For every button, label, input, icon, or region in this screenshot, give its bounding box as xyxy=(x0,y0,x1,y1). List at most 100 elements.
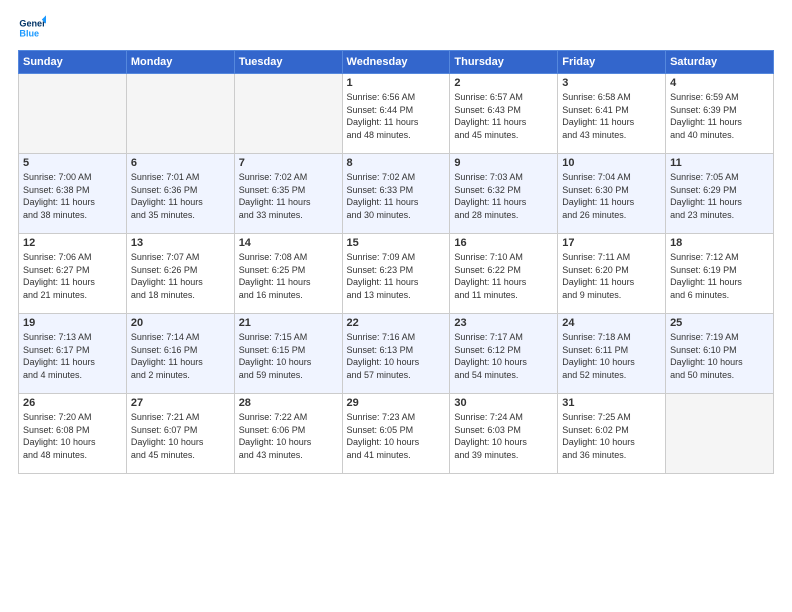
day-info: Sunrise: 7:22 AM Sunset: 6:06 PM Dayligh… xyxy=(239,411,338,461)
calendar-cell: 8Sunrise: 7:02 AM Sunset: 6:33 PM Daylig… xyxy=(342,154,450,234)
day-info: Sunrise: 7:21 AM Sunset: 6:07 PM Dayligh… xyxy=(131,411,230,461)
day-info: Sunrise: 7:23 AM Sunset: 6:05 PM Dayligh… xyxy=(347,411,446,461)
day-info: Sunrise: 7:16 AM Sunset: 6:13 PM Dayligh… xyxy=(347,331,446,381)
weekday-thursday: Thursday xyxy=(450,51,558,74)
calendar-cell: 12 Sunrise: 7:06 AM Sunset: 6:27 PM Dayli… xyxy=(19,234,127,314)
calendar-week-3: 19 Sunrise: 7:13 AM Sunset: 6:17 PM Dayli… xyxy=(19,314,774,394)
day-number: 5 xyxy=(23,157,122,169)
calendar-cell: 23Sunrise: 7:17 AM Sunset: 6:12 PM Dayli… xyxy=(450,314,558,394)
day-number: 23 xyxy=(454,317,553,329)
calendar-cell: 5Sunrise: 7:00 AM Sunset: 6:38 PM Daylig… xyxy=(19,154,127,234)
day-info: Sunrise: 7:15 AM Sunset: 6:15 PM Dayligh… xyxy=(239,331,338,381)
day-info: Sunrise: 7:02 AM Sunset: 6:35 PM Dayligh… xyxy=(239,171,338,221)
day-number: 13 xyxy=(131,237,230,249)
day-number: 29 xyxy=(347,397,446,409)
day-number: 11 xyxy=(670,157,769,169)
header: General Blue xyxy=(18,14,774,42)
day-info: Sunrise: 7:10 AM Sunset: 6:22 PM Dayligh… xyxy=(454,251,553,301)
weekday-monday: Monday xyxy=(126,51,234,74)
day-info: Sunrise: 7:11 AM Sunset: 6:20 PM Dayligh… xyxy=(562,251,661,301)
svg-text:Blue: Blue xyxy=(19,28,39,38)
svg-text:General: General xyxy=(19,19,46,29)
day-info: Sunrise: 7:09 AM Sunset: 6:23 PM Dayligh… xyxy=(347,251,446,301)
day-number: 2 xyxy=(454,77,553,89)
calendar-week-4: 26Sunrise: 7:20 AM Sunset: 6:08 PM Dayli… xyxy=(19,394,774,474)
weekday-header-row: SundayMondayTuesdayWednesdayThursdayFrid… xyxy=(19,51,774,74)
calendar-cell: 22 Sunrise: 7:16 AM Sunset: 6:13 PM Dayli… xyxy=(342,314,450,394)
calendar-cell: 20 Sunrise: 7:14 AM Sunset: 6:16 PM Dayli… xyxy=(126,314,234,394)
weekday-sunday: Sunday xyxy=(19,51,127,74)
calendar-cell xyxy=(19,74,127,154)
day-number: 10 xyxy=(562,157,661,169)
day-info: Sunrise: 7:06 AM Sunset: 6:27 PM Dayligh… xyxy=(23,251,122,301)
calendar-cell: 9 Sunrise: 7:03 AM Sunset: 6:32 PM Daylig… xyxy=(450,154,558,234)
calendar-cell: 19 Sunrise: 7:13 AM Sunset: 6:17 PM Dayli… xyxy=(19,314,127,394)
calendar-cell: 29 Sunrise: 7:23 AM Sunset: 6:05 PM Dayli… xyxy=(342,394,450,474)
calendar-cell: 11 Sunrise: 7:05 AM Sunset: 6:29 PM Dayli… xyxy=(666,154,774,234)
day-number: 9 xyxy=(454,157,553,169)
day-info: Sunrise: 7:12 AM Sunset: 6:19 PM Dayligh… xyxy=(670,251,769,301)
day-number: 20 xyxy=(131,317,230,329)
logo-icon: General Blue xyxy=(18,14,46,42)
day-number: 28 xyxy=(239,397,338,409)
calendar-cell: 4 Sunrise: 6:59 AM Sunset: 6:39 PM Daylig… xyxy=(666,74,774,154)
calendar-cell xyxy=(234,74,342,154)
calendar-cell xyxy=(666,394,774,474)
day-number: 7 xyxy=(239,157,338,169)
calendar-cell: 26Sunrise: 7:20 AM Sunset: 6:08 PM Dayli… xyxy=(19,394,127,474)
day-info: Sunrise: 7:05 AM Sunset: 6:29 PM Dayligh… xyxy=(670,171,769,221)
day-number: 16 xyxy=(454,237,553,249)
day-number: 15 xyxy=(347,237,446,249)
day-info: Sunrise: 6:59 AM Sunset: 6:39 PM Dayligh… xyxy=(670,91,769,141)
calendar-cell: 31 Sunrise: 7:25 AM Sunset: 6:02 PM Dayli… xyxy=(558,394,666,474)
weekday-saturday: Saturday xyxy=(666,51,774,74)
calendar-cell: 3 Sunrise: 6:58 AM Sunset: 6:41 PM Daylig… xyxy=(558,74,666,154)
calendar-cell: 28 Sunrise: 7:22 AM Sunset: 6:06 PM Dayli… xyxy=(234,394,342,474)
day-number: 24 xyxy=(562,317,661,329)
day-number: 12 xyxy=(23,237,122,249)
day-info: Sunrise: 6:56 AM Sunset: 6:44 PM Dayligh… xyxy=(347,91,446,141)
day-info: Sunrise: 7:03 AM Sunset: 6:32 PM Dayligh… xyxy=(454,171,553,221)
day-number: 22 xyxy=(347,317,446,329)
calendar-cell: 15 Sunrise: 7:09 AM Sunset: 6:23 PM Dayli… xyxy=(342,234,450,314)
day-info: Sunrise: 7:19 AM Sunset: 6:10 PM Dayligh… xyxy=(670,331,769,381)
calendar-week-2: 12 Sunrise: 7:06 AM Sunset: 6:27 PM Dayli… xyxy=(19,234,774,314)
calendar-cell: 7 Sunrise: 7:02 AM Sunset: 6:35 PM Daylig… xyxy=(234,154,342,234)
day-info: Sunrise: 7:13 AM Sunset: 6:17 PM Dayligh… xyxy=(23,331,122,381)
calendar-week-1: 5Sunrise: 7:00 AM Sunset: 6:38 PM Daylig… xyxy=(19,154,774,234)
day-number: 31 xyxy=(562,397,661,409)
day-number: 6 xyxy=(131,157,230,169)
day-info: Sunrise: 7:18 AM Sunset: 6:11 PM Dayligh… xyxy=(562,331,661,381)
calendar-cell: 21 Sunrise: 7:15 AM Sunset: 6:15 PM Dayli… xyxy=(234,314,342,394)
calendar-table: SundayMondayTuesdayWednesdayThursdayFrid… xyxy=(18,50,774,474)
day-info: Sunrise: 6:57 AM Sunset: 6:43 PM Dayligh… xyxy=(454,91,553,141)
day-info: Sunrise: 7:25 AM Sunset: 6:02 PM Dayligh… xyxy=(562,411,661,461)
calendar-week-0: 1 Sunrise: 6:56 AM Sunset: 6:44 PM Daylig… xyxy=(19,74,774,154)
calendar-cell: 17 Sunrise: 7:11 AM Sunset: 6:20 PM Dayli… xyxy=(558,234,666,314)
day-info: Sunrise: 6:58 AM Sunset: 6:41 PM Dayligh… xyxy=(562,91,661,141)
day-number: 1 xyxy=(347,77,446,89)
day-number: 21 xyxy=(239,317,338,329)
calendar-cell: 24 Sunrise: 7:18 AM Sunset: 6:11 PM Dayli… xyxy=(558,314,666,394)
day-info: Sunrise: 7:01 AM Sunset: 6:36 PM Dayligh… xyxy=(131,171,230,221)
day-info: Sunrise: 7:08 AM Sunset: 6:25 PM Dayligh… xyxy=(239,251,338,301)
day-number: 14 xyxy=(239,237,338,249)
day-number: 18 xyxy=(670,237,769,249)
calendar-cell: 6 Sunrise: 7:01 AM Sunset: 6:36 PM Daylig… xyxy=(126,154,234,234)
page: General Blue SundayMondayTuesdayWednesda… xyxy=(0,0,792,612)
day-number: 25 xyxy=(670,317,769,329)
calendar-cell: 16 Sunrise: 7:10 AM Sunset: 6:22 PM Dayli… xyxy=(450,234,558,314)
day-number: 27 xyxy=(131,397,230,409)
calendar-cell xyxy=(126,74,234,154)
calendar-cell: 25 Sunrise: 7:19 AM Sunset: 6:10 PM Dayli… xyxy=(666,314,774,394)
day-number: 3 xyxy=(562,77,661,89)
calendar-cell: 27 Sunrise: 7:21 AM Sunset: 6:07 PM Dayli… xyxy=(126,394,234,474)
day-number: 17 xyxy=(562,237,661,249)
day-number: 30 xyxy=(454,397,553,409)
calendar-cell: 2 Sunrise: 6:57 AM Sunset: 6:43 PM Daylig… xyxy=(450,74,558,154)
day-number: 8 xyxy=(347,157,446,169)
day-info: Sunrise: 7:14 AM Sunset: 6:16 PM Dayligh… xyxy=(131,331,230,381)
day-number: 26 xyxy=(23,397,122,409)
day-number: 19 xyxy=(23,317,122,329)
day-number: 4 xyxy=(670,77,769,89)
